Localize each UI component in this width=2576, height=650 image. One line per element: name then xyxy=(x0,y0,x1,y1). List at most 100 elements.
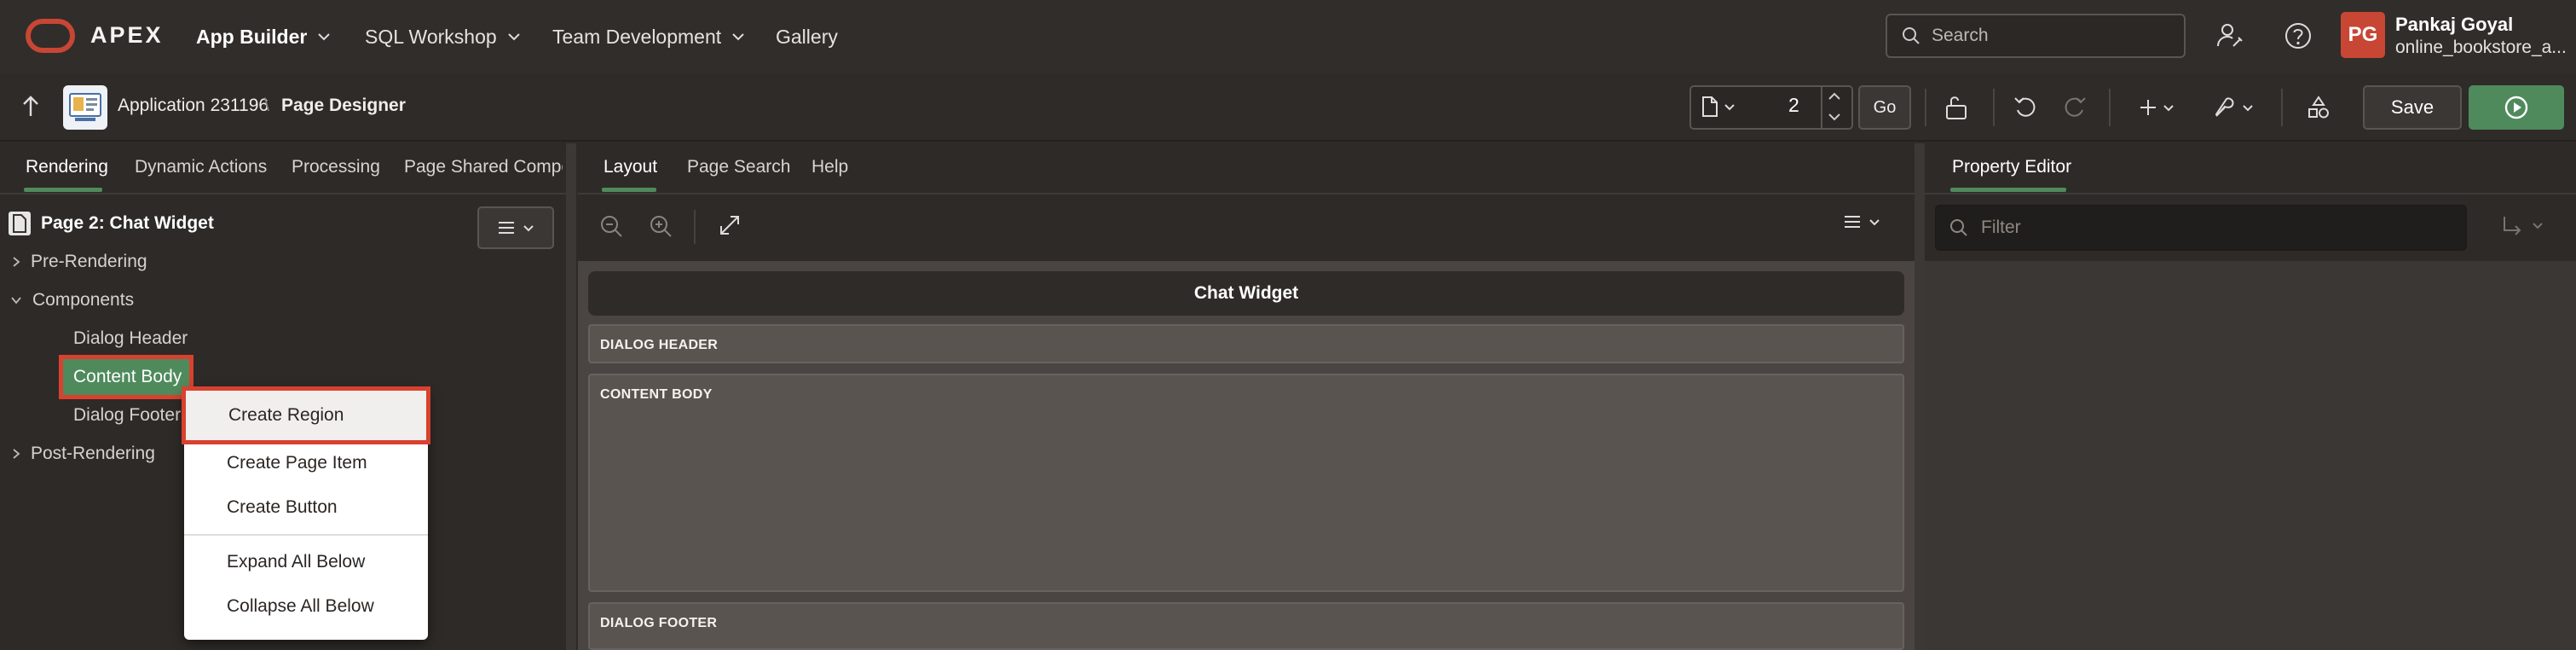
tab-property-editor-underline xyxy=(1950,188,2066,192)
layout-menu-button[interactable] xyxy=(1843,215,1880,229)
toolbar-divider xyxy=(1993,89,1995,126)
tab-processing[interactable]: Processing xyxy=(292,157,380,177)
tree-node-dialog-footer[interactable]: Dialog Footer xyxy=(73,405,181,426)
tree-node-pre-rendering-label: Pre-Rendering xyxy=(31,252,147,271)
redo-icon[interactable] xyxy=(2054,87,2095,128)
go-to-group-button[interactable] xyxy=(2501,215,2544,235)
application-icon[interactable] xyxy=(63,85,107,130)
apex-brand[interactable]: APEX xyxy=(90,22,164,49)
tree-page-root[interactable]: Page 2: Chat Widget xyxy=(9,212,214,235)
expand-icon[interactable] xyxy=(718,213,742,237)
arrow-up-icon[interactable] xyxy=(20,94,41,119)
chevron-down-icon xyxy=(731,32,745,41)
tree-node-components-label: Components xyxy=(32,290,135,310)
save-button[interactable]: Save xyxy=(2363,85,2462,130)
zoom-in-icon[interactable] xyxy=(648,213,673,239)
left-splitter[interactable] xyxy=(566,143,576,650)
breadcrumb-application[interactable]: Application 231196 xyxy=(118,96,269,116)
undo-icon[interactable] xyxy=(2005,87,2046,128)
utilities-menu-button[interactable] xyxy=(2208,87,2259,128)
page-type-dropdown[interactable] xyxy=(1701,96,1736,118)
tree-node-content-body[interactable]: Content Body xyxy=(59,355,193,399)
region-dialog-header-label: DIALOG HEADER xyxy=(600,338,719,352)
tab-property-editor[interactable]: Property Editor xyxy=(1952,157,2071,177)
tree-node-dialog-header[interactable]: Dialog Header xyxy=(73,328,188,349)
menu-icon xyxy=(1843,215,1862,229)
region-dialog-header[interactable]: DIALOG HEADER xyxy=(588,324,1904,363)
toolbar-divider xyxy=(1925,89,1926,126)
tab-layout[interactable]: Layout xyxy=(604,157,657,177)
nav-app-builder[interactable]: App Builder xyxy=(196,20,331,53)
menu-item-collapse-all-below[interactable]: Collapse All Below xyxy=(184,585,428,628)
breadcrumb-separator: \ xyxy=(264,96,269,115)
chevron-down-icon xyxy=(2532,222,2544,229)
tree-node-components[interactable]: Components xyxy=(10,290,134,310)
nav-gallery[interactable]: Gallery xyxy=(776,20,838,53)
menu-divider xyxy=(184,534,428,536)
chevron-right-icon xyxy=(12,256,20,268)
plus-icon xyxy=(2139,98,2157,117)
region-dialog-footer[interactable]: DIALOG FOOTER xyxy=(588,602,1904,650)
tab-rendering[interactable]: Rendering xyxy=(26,157,108,177)
tree-node-post-rendering[interactable]: Post-Rendering xyxy=(12,444,155,464)
tab-rendering-underline xyxy=(24,188,102,192)
oracle-logo-icon[interactable] xyxy=(26,19,75,53)
run-page-button[interactable] xyxy=(2469,85,2564,130)
user-name[interactable]: Pankaj Goyal xyxy=(2395,14,2513,36)
breadcrumb-page-designer: Page Designer xyxy=(281,96,406,115)
zoom-out-icon[interactable] xyxy=(598,213,624,239)
search-icon xyxy=(1901,26,1921,46)
go-button[interactable]: Go xyxy=(1858,85,1911,130)
tab-page-search[interactable]: Page Search xyxy=(687,157,790,177)
decrement-icon[interactable] xyxy=(1828,113,1841,121)
chevron-down-icon xyxy=(10,296,22,305)
right-splitter[interactable] xyxy=(1915,143,1925,650)
chevron-right-icon xyxy=(12,448,20,460)
help-icon[interactable] xyxy=(2278,15,2319,56)
menu-item-create-button[interactable]: Create Button xyxy=(184,486,428,529)
chevron-down-icon xyxy=(1868,218,1880,226)
user-workspace[interactable]: online_bookstore_a... xyxy=(2395,38,2566,58)
menu-item-expand-all-below[interactable]: Expand All Below xyxy=(184,541,428,583)
play-icon xyxy=(2504,95,2529,120)
tab-layout-underline xyxy=(602,188,656,192)
create-menu-button[interactable] xyxy=(2131,87,2182,128)
page-number-input[interactable]: 2 xyxy=(1788,94,1799,117)
page-stepper-divider xyxy=(1821,87,1822,128)
user-avatar[interactable]: PG xyxy=(2341,12,2385,58)
nav-team-development[interactable]: Team Development xyxy=(552,20,745,53)
chevron-down-icon xyxy=(507,32,521,41)
arrow-turn-icon xyxy=(2501,215,2525,235)
chevron-down-icon xyxy=(1724,103,1736,111)
global-search-input[interactable]: Search xyxy=(1886,14,2186,58)
tab-help[interactable]: Help xyxy=(811,157,848,177)
nav-sql-workshop[interactable]: SQL Workshop xyxy=(365,20,521,53)
menu-item-create-region[interactable]: Create Region xyxy=(182,386,430,444)
property-filter-input[interactable]: Filter xyxy=(1935,205,2467,251)
nav-gallery-label: Gallery xyxy=(776,25,838,48)
user-settings-icon[interactable] xyxy=(2209,15,2250,56)
context-menu: Create Region Create Page Item Create Bu… xyxy=(182,386,430,640)
tab-divider xyxy=(578,193,1915,194)
region-content-body-label: CONTENT BODY xyxy=(600,387,713,402)
toolbar-divider xyxy=(2109,89,2111,126)
nav-app-builder-label: App Builder xyxy=(196,25,308,48)
tab-divider xyxy=(0,193,566,194)
search-icon xyxy=(1949,218,1969,238)
toolbar-divider xyxy=(694,210,696,244)
chevron-down-icon xyxy=(2163,104,2175,112)
tree-menu-button[interactable] xyxy=(477,206,554,249)
tree-node-post-rendering-label: Post-Rendering xyxy=(31,444,155,463)
region-content-body[interactable]: CONTENT BODY xyxy=(588,374,1904,592)
tab-dynamic-actions[interactable]: Dynamic Actions xyxy=(135,157,267,177)
increment-icon[interactable] xyxy=(1828,92,1841,101)
tab-divider xyxy=(1925,193,2576,194)
tree-node-pre-rendering[interactable]: Pre-Rendering xyxy=(12,252,147,272)
lock-page-icon[interactable] xyxy=(1937,87,1978,128)
menu-item-create-page-item[interactable]: Create Page Item xyxy=(184,442,428,485)
tab-page-shared-components[interactable]: Page Shared Compon xyxy=(404,157,563,177)
shared-components-icon[interactable] xyxy=(2298,87,2339,128)
region-dialog-footer-label: DIALOG FOOTER xyxy=(600,616,718,630)
chevron-down-icon xyxy=(317,32,331,41)
page-icon xyxy=(9,212,31,235)
